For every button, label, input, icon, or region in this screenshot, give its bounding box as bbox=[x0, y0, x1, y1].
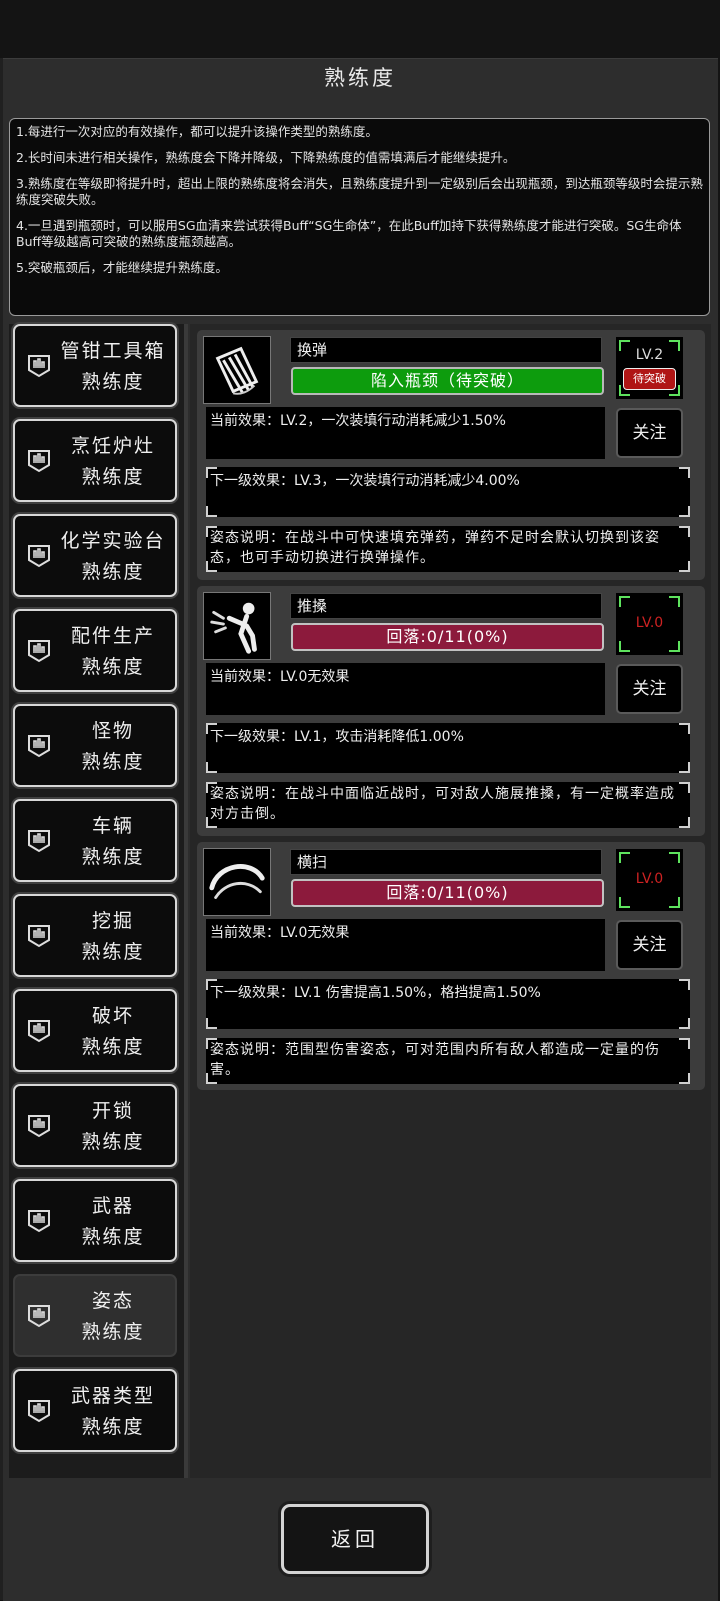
sidebar-item-label: 怪物 bbox=[91, 720, 134, 742]
sidebar-item-suffix: 熟练度 bbox=[81, 656, 145, 678]
skill-name: 横扫 bbox=[290, 849, 602, 875]
sidebar-item-label: 管钳工具箱 bbox=[60, 340, 166, 362]
current-effect-text: 当前效果：LV.0无效果 bbox=[210, 669, 350, 685]
next-effect-text: 下一级效果：LV.1，攻击消耗降低1.00% bbox=[210, 729, 464, 745]
sidebar-item-label: 破坏 bbox=[91, 1005, 134, 1027]
reload-icon bbox=[203, 336, 271, 404]
sidebar-item-chemistry-bench[interactable]: 化学实验台 熟练度 bbox=[13, 514, 177, 597]
back-button[interactable]: 返回 bbox=[281, 1504, 429, 1574]
proficiency-badge-icon bbox=[28, 1305, 50, 1328]
sidebar-item-suffix: 熟练度 bbox=[81, 846, 145, 868]
next-effect-box: 下一级效果：LV.3，一次装填行动消耗减少4.00% bbox=[206, 467, 690, 517]
sidebar-item-destruction[interactable]: 破坏 熟练度 bbox=[13, 989, 177, 1072]
info-panel: 1.每进行一次对应的有效操作，都可以提升该操作类型的熟练度。 2.长时间未进行相… bbox=[9, 118, 710, 316]
progress-bar: 回落:0/11(0%) bbox=[291, 879, 604, 907]
level-box: LV.0 bbox=[616, 593, 683, 655]
sidebar-item-label: 挖掘 bbox=[91, 910, 134, 932]
next-effect-text: 下一级效果：LV.3，一次装填行动消耗减少4.00% bbox=[210, 473, 520, 489]
info-line: 2.长时间未进行相关操作，熟练度会下降并降级，下降熟练度的值需填满后才能继续提升… bbox=[16, 150, 516, 165]
proficiency-badge-icon bbox=[28, 830, 50, 853]
sidebar-item-digging[interactable]: 挖掘 熟练度 bbox=[13, 894, 177, 977]
skill-card-sweep: 横扫 回落:0/11(0%) LV.0 当前效果：LV.0无效果 关注 下一级效… bbox=[197, 842, 705, 1090]
info-line: 4.一旦遇到瓶颈时，可以服用SG血清来尝试获得Buff“SG生命体”，在此Buf… bbox=[16, 218, 682, 249]
next-effect-text: 下一级效果：LV.1 伤害提高1.50%，格挡提高1.50% bbox=[210, 985, 541, 1001]
sidebar-divider bbox=[184, 324, 188, 1478]
sidebar-item-suffix: 熟练度 bbox=[81, 1321, 145, 1343]
skill-card-push: 推搡 回落:0/11(0%) LV.0 当前效果：LV.0无效果 关注 下一级效… bbox=[197, 586, 705, 836]
skill-card-reload: 换弹 陷入瓶颈（待突破） LV.2 待突破 当前效果：LV.2，一次装填行动消耗… bbox=[197, 330, 705, 580]
level-text: LV.0 bbox=[635, 871, 664, 887]
category-sidebar[interactable]: 管钳工具箱 熟练度 烹饪炉灶 熟练度 化学实验台 熟练度 配件生产 熟练度 怪物… bbox=[9, 324, 187, 1478]
skill-name: 推搡 bbox=[290, 593, 602, 619]
follow-button[interactable]: 关注 bbox=[616, 408, 683, 458]
level-text: LV.0 bbox=[635, 615, 664, 631]
stance-description-text: 姿态说明：在战斗中可快速填充弹药，弹药不足时会默认切换到该姿态，也可手动切换进行… bbox=[210, 530, 660, 566]
proficiency-badge-icon bbox=[28, 925, 50, 948]
proficiency-badge-icon bbox=[28, 1210, 50, 1233]
sidebar-item-label: 车辆 bbox=[91, 815, 134, 837]
sidebar-item-pipe-wrench-toolbox[interactable]: 管钳工具箱 熟练度 bbox=[13, 324, 177, 407]
sidebar-item-suffix: 熟练度 bbox=[81, 1416, 145, 1438]
sidebar-item-label: 姿态 bbox=[91, 1290, 134, 1312]
stance-description-text: 姿态说明：在战斗中面临近战时，可对敌人施展推搡，有一定概率造成对方击倒。 bbox=[210, 786, 675, 822]
proficiency-badge-icon bbox=[28, 640, 50, 663]
info-line: 1.每进行一次对应的有效操作，都可以提升该操作类型的熟练度。 bbox=[16, 124, 378, 139]
follow-button[interactable]: 关注 bbox=[616, 664, 683, 714]
stance-description-text: 姿态说明：范围型伤害姿态，可对范围内所有敌人都造成一定量的伤害。 bbox=[210, 1042, 660, 1078]
level-text: LV.2 bbox=[635, 347, 664, 363]
proficiency-badge-icon bbox=[28, 735, 50, 758]
sidebar-item-stance[interactable]: 姿态 熟练度 bbox=[13, 1274, 177, 1357]
level-box: LV.0 bbox=[616, 849, 683, 911]
progress-bar: 陷入瓶颈（待突破） bbox=[291, 367, 604, 395]
follow-button[interactable]: 关注 bbox=[616, 920, 683, 970]
proficiency-badge-icon bbox=[28, 450, 50, 473]
sidebar-item-suffix: 熟练度 bbox=[81, 371, 145, 393]
current-effect-text: 当前效果：LV.2，一次装填行动消耗减少1.50% bbox=[210, 413, 506, 429]
sidebar-item-label: 化学实验台 bbox=[60, 530, 166, 552]
proficiency-badge-icon bbox=[28, 1020, 50, 1043]
current-effect-text: 当前效果：LV.0无效果 bbox=[210, 925, 350, 941]
stance-description-box: 姿态说明：在战斗中面临近战时，可对敌人施展推搡，有一定概率造成对方击倒。 bbox=[206, 782, 690, 828]
current-effect-box: 当前效果：LV.0无效果 bbox=[206, 663, 605, 715]
info-line: 5.突破瓶颈后，才能继续提升熟练度。 bbox=[16, 260, 228, 275]
sidebar-item-suffix: 熟练度 bbox=[81, 1226, 145, 1248]
page-title: 熟练度 bbox=[324, 66, 396, 90]
sidebar-item-suffix: 熟练度 bbox=[81, 751, 145, 773]
sidebar-item-label: 配件生产 bbox=[70, 625, 155, 647]
skill-list[interactable]: 换弹 陷入瓶颈（待突破） LV.2 待突破 当前效果：LV.2，一次装填行动消耗… bbox=[190, 324, 711, 1478]
sidebar-item-label: 开锁 bbox=[91, 1100, 134, 1122]
proficiency-badge-icon bbox=[28, 1400, 50, 1423]
breakthrough-button[interactable]: 待突破 bbox=[623, 368, 676, 390]
sidebar-item-suffix: 熟练度 bbox=[81, 1131, 145, 1153]
sidebar-item-label: 武器 bbox=[91, 1195, 134, 1217]
stance-description-box: 姿态说明：在战斗中可快速填充弹药，弹药不足时会默认切换到该姿态，也可手动切换进行… bbox=[206, 526, 690, 572]
sidebar-item-label: 烹饪炉灶 bbox=[70, 435, 155, 457]
sidebar-item-monster[interactable]: 怪物 熟练度 bbox=[13, 704, 177, 787]
sidebar-item-label: 武器类型 bbox=[70, 1385, 155, 1407]
progress-bar: 回落:0/11(0%) bbox=[291, 623, 604, 651]
sidebar-item-suffix: 熟练度 bbox=[81, 1036, 145, 1058]
current-effect-box: 当前效果：LV.2，一次装填行动消耗减少1.50% bbox=[206, 407, 605, 459]
sidebar-item-suffix: 熟练度 bbox=[81, 941, 145, 963]
next-effect-box: 下一级效果：LV.1 伤害提高1.50%，格挡提高1.50% bbox=[206, 979, 690, 1029]
sidebar-item-parts-production[interactable]: 配件生产 熟练度 bbox=[13, 609, 177, 692]
push-icon bbox=[203, 592, 271, 660]
sweep-icon bbox=[203, 848, 271, 916]
sidebar-item-suffix: 熟练度 bbox=[81, 561, 145, 583]
proficiency-badge-icon bbox=[28, 545, 50, 568]
stance-description-box: 姿态说明：范围型伤害姿态，可对范围内所有敌人都造成一定量的伤害。 bbox=[206, 1038, 690, 1084]
skill-name: 换弹 bbox=[290, 337, 602, 363]
sidebar-item-suffix: 熟练度 bbox=[81, 466, 145, 488]
next-effect-box: 下一级效果：LV.1，攻击消耗降低1.00% bbox=[206, 723, 690, 773]
sidebar-item-lockpicking[interactable]: 开锁 熟练度 bbox=[13, 1084, 177, 1167]
proficiency-badge-icon bbox=[28, 355, 50, 378]
info-line: 3.熟练度在等级即将提升时，超出上限的熟练度将会消失，且熟练度提升到一定级别后会… bbox=[16, 176, 703, 207]
sidebar-item-weapon-type[interactable]: 武器类型 熟练度 bbox=[13, 1369, 177, 1452]
sidebar-item-weapon[interactable]: 武器 熟练度 bbox=[13, 1179, 177, 1262]
current-effect-box: 当前效果：LV.0无效果 bbox=[206, 919, 605, 971]
sidebar-item-vehicle[interactable]: 车辆 熟练度 bbox=[13, 799, 177, 882]
proficiency-badge-icon bbox=[28, 1115, 50, 1138]
sidebar-item-cooking-stove[interactable]: 烹饪炉灶 熟练度 bbox=[13, 419, 177, 502]
level-box: LV.2 待突破 bbox=[616, 337, 683, 399]
